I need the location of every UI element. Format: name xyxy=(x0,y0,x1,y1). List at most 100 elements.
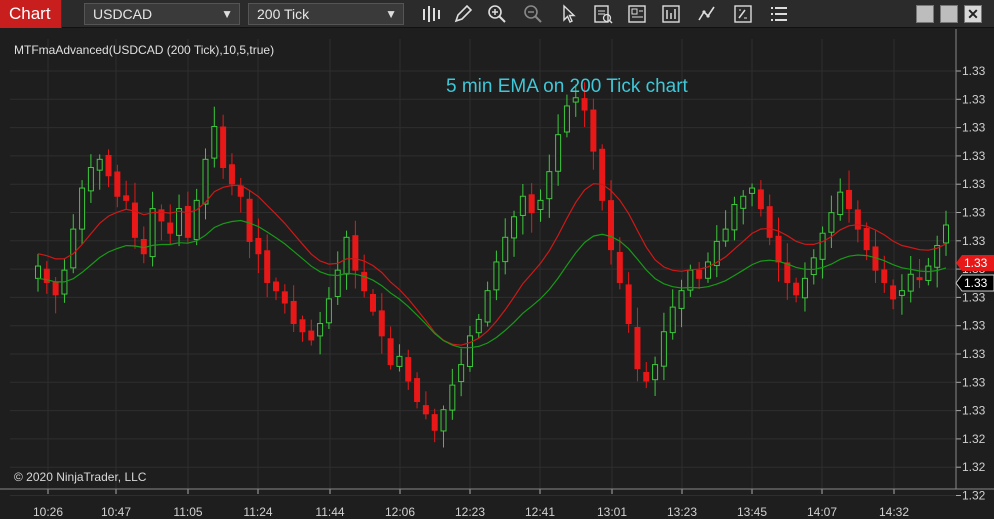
indicators-icon[interactable] xyxy=(696,3,718,25)
candle-down xyxy=(290,300,297,325)
candle-down xyxy=(352,235,359,271)
candle-down xyxy=(422,405,429,415)
properties-icon[interactable] xyxy=(732,3,754,25)
zoom-in-icon[interactable] xyxy=(486,3,508,25)
candle-down xyxy=(237,185,244,197)
interval-select[interactable]: 200 Tick ▼ xyxy=(248,3,404,25)
candle-up xyxy=(563,105,570,133)
candle-down xyxy=(114,171,121,197)
candle-up xyxy=(678,290,685,309)
candle-up xyxy=(202,158,209,205)
candle-up xyxy=(828,212,835,233)
x-tick-label: 14:32 xyxy=(879,505,909,519)
ema-green-line xyxy=(37,219,947,349)
y-tick-label: 1.33 xyxy=(962,290,986,304)
y-tick-label: 1.33 xyxy=(962,404,986,418)
x-tick-label: 11:24 xyxy=(243,505,272,519)
ema-red-line xyxy=(37,183,947,346)
candle-down xyxy=(299,319,306,333)
x-tick-label: 13:45 xyxy=(737,505,767,519)
candle-up xyxy=(87,167,94,192)
candle-down xyxy=(308,330,315,341)
menu-icon[interactable] xyxy=(768,3,790,25)
candle-up xyxy=(943,224,949,244)
price-marker-black: 1.33 xyxy=(955,274,994,292)
candle-down xyxy=(854,209,861,230)
candle-down xyxy=(105,154,112,177)
candle-up xyxy=(149,208,156,258)
candle-down xyxy=(387,338,394,366)
y-tick-label: 1.33 xyxy=(962,234,986,248)
x-tick-label: 12:06 xyxy=(385,505,415,519)
close-icon[interactable]: ✕ xyxy=(964,5,982,23)
candle-down xyxy=(431,414,438,431)
x-tick-label: 11:05 xyxy=(173,505,202,519)
instrument-select[interactable]: USDCAD ▼ xyxy=(84,3,240,25)
candle-down xyxy=(528,194,535,214)
candle-up xyxy=(722,228,729,242)
candle-up xyxy=(819,232,826,260)
y-tick-label: 1.33 xyxy=(962,319,986,333)
candle-down xyxy=(581,98,588,111)
instrument-value: USDCAD xyxy=(93,6,153,22)
x-tick-label: 10:47 xyxy=(101,505,131,519)
minimize-icon[interactable] xyxy=(916,5,934,23)
y-tick-label: 1.32 xyxy=(962,432,986,446)
candle-up xyxy=(749,187,756,194)
interval-value: 200 Tick xyxy=(257,6,310,22)
x-tick-label: 13:23 xyxy=(667,505,697,519)
x-tick-label: 10:26 xyxy=(33,505,63,519)
candle-up xyxy=(176,208,183,236)
price-chart[interactable]: 1.331.331.331.331.331.331.331.331.331.33… xyxy=(0,29,994,519)
pointer-icon[interactable] xyxy=(558,3,580,25)
strategy-icon[interactable] xyxy=(660,3,682,25)
drawing-pencil-icon[interactable] xyxy=(452,3,474,25)
zoom-out-icon[interactable] xyxy=(522,3,544,25)
x-tick-label: 12:23 xyxy=(455,505,485,519)
candle-up xyxy=(652,364,659,381)
y-tick-label: 1.33 xyxy=(962,177,986,191)
bar-type-icon[interactable] xyxy=(420,3,442,25)
candle-down xyxy=(414,378,421,403)
candle-down xyxy=(158,209,165,222)
candle-up xyxy=(925,265,932,281)
candle-up xyxy=(810,257,817,276)
chart-style-icon[interactable] xyxy=(626,3,648,25)
candle-up xyxy=(317,323,324,337)
y-tick-label: 1.33 xyxy=(962,64,986,78)
candle-down xyxy=(696,269,703,279)
candle-down xyxy=(273,281,280,292)
candle-up xyxy=(546,171,553,200)
candle-up xyxy=(343,236,350,275)
y-tick-label: 1.32 xyxy=(962,489,986,503)
candle-down xyxy=(590,109,597,152)
copyright-text: © 2020 NinjaTrader, LLC xyxy=(14,470,147,484)
candle-up xyxy=(572,97,579,103)
indicator-label: MTFmaAdvanced(USDCAD (200 Tick),10,5,tru… xyxy=(14,43,275,57)
candle-up xyxy=(396,355,403,367)
candle-down xyxy=(281,291,288,304)
candle-down xyxy=(890,285,897,300)
candle-up xyxy=(907,273,914,292)
candle-down xyxy=(361,271,368,292)
candle-up xyxy=(502,236,509,263)
candle-down xyxy=(881,269,888,283)
price-marker-red: 1.33 xyxy=(956,255,994,271)
candle-down xyxy=(52,281,59,296)
y-tick-label: 1.32 xyxy=(962,460,986,474)
candle-down xyxy=(228,164,235,185)
candle-down xyxy=(863,228,870,251)
y-tick-label: 1.33 xyxy=(962,149,986,163)
candle-up xyxy=(70,228,77,269)
candle-up xyxy=(475,318,482,334)
data-box-icon[interactable] xyxy=(592,3,614,25)
maximize-icon[interactable] xyxy=(940,5,958,23)
y-tick-label: 1.33 xyxy=(962,347,986,361)
candle-up xyxy=(511,216,518,239)
candle-down xyxy=(616,251,623,283)
candles xyxy=(35,82,949,448)
chart-tab[interactable]: Chart xyxy=(0,0,62,28)
chart-panel[interactable]: 1.33 1.33 1.33 1.33 1.33 1.33 1.33 1.33 1.33 1.33… xyxy=(0,29,994,519)
x-tick-label: 12:41 xyxy=(525,505,555,519)
candle-down xyxy=(793,282,800,296)
